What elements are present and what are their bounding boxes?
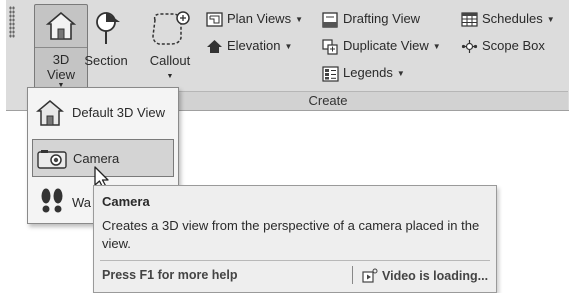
legends-label: Legends (343, 65, 393, 80)
plan-views-label: Plan Views (227, 11, 292, 26)
tooltip-video-link[interactable]: Video is loading... (362, 268, 488, 283)
scope-box-icon (461, 40, 478, 54)
elevation-button[interactable]: Elevation ▼ (206, 37, 292, 56)
callout-label: Callout (149, 53, 191, 68)
schedules-label: Schedules (482, 11, 543, 26)
scope-box-label: Scope Box (482, 38, 545, 53)
chevron-down-icon: ▼ (166, 73, 174, 80)
tooltip-help-text: Press F1 for more help (102, 268, 238, 282)
duplicate-view-button[interactable]: Duplicate View ▼ (322, 37, 441, 56)
drafting-view-button[interactable]: Drafting View (322, 10, 420, 28)
panel-grip-handle[interactable] (9, 6, 15, 38)
chevron-down-icon: ▼ (284, 41, 293, 51)
duplicate-view-label: Duplicate View (343, 38, 429, 53)
drafting-view-icon (322, 11, 338, 28)
menu-item-default-3d-view[interactable]: Default 3D View (32, 94, 174, 132)
camera-tooltip: Camera Creates a 3D view from the perspe… (93, 185, 497, 293)
plan-views-icon (206, 12, 223, 27)
house-icon (36, 100, 64, 126)
legends-button[interactable]: Legends ▼ (322, 64, 405, 83)
tooltip-footer-divider (352, 266, 353, 284)
menu-item-label: Default 3D View (72, 105, 165, 120)
legends-icon (322, 65, 339, 82)
schedules-icon (461, 12, 478, 27)
schedules-button[interactable]: Schedules ▼ (461, 10, 555, 29)
scope-box-button[interactable]: Scope Box (461, 37, 545, 55)
tooltip-video-label: Video is loading... (382, 269, 489, 283)
tooltip-divider (100, 260, 490, 261)
chevron-down-icon: ▼ (396, 68, 405, 78)
tooltip-description: Creates a 3D view from the perspective o… (102, 218, 480, 251)
footprints-icon (41, 188, 63, 213)
chevron-down-icon: ▼ (546, 14, 555, 24)
callout-button[interactable]: Callout ▼ (141, 6, 199, 86)
menu-item-label: Camera (73, 151, 120, 166)
section-marker-icon (96, 12, 120, 44)
chevron-down-icon: ▼ (295, 14, 303, 24)
duplicate-view-icon (322, 38, 338, 55)
tooltip-title: Camera (102, 194, 150, 209)
elevation-label: Elevation (227, 38, 281, 53)
elevation-icon (207, 40, 222, 54)
drafting-view-label: Drafting View (343, 11, 421, 26)
plan-views-button[interactable]: Plan Views ▼ (206, 10, 303, 29)
video-icon (362, 268, 378, 283)
camera-icon (37, 150, 67, 169)
house-icon (45, 11, 77, 40)
menu-item-label: Wa (72, 195, 92, 210)
callout-icon (152, 11, 190, 45)
section-button[interactable]: Section (80, 6, 132, 86)
section-label: Section (84, 53, 128, 68)
chevron-down-icon: ▼ (432, 41, 441, 51)
